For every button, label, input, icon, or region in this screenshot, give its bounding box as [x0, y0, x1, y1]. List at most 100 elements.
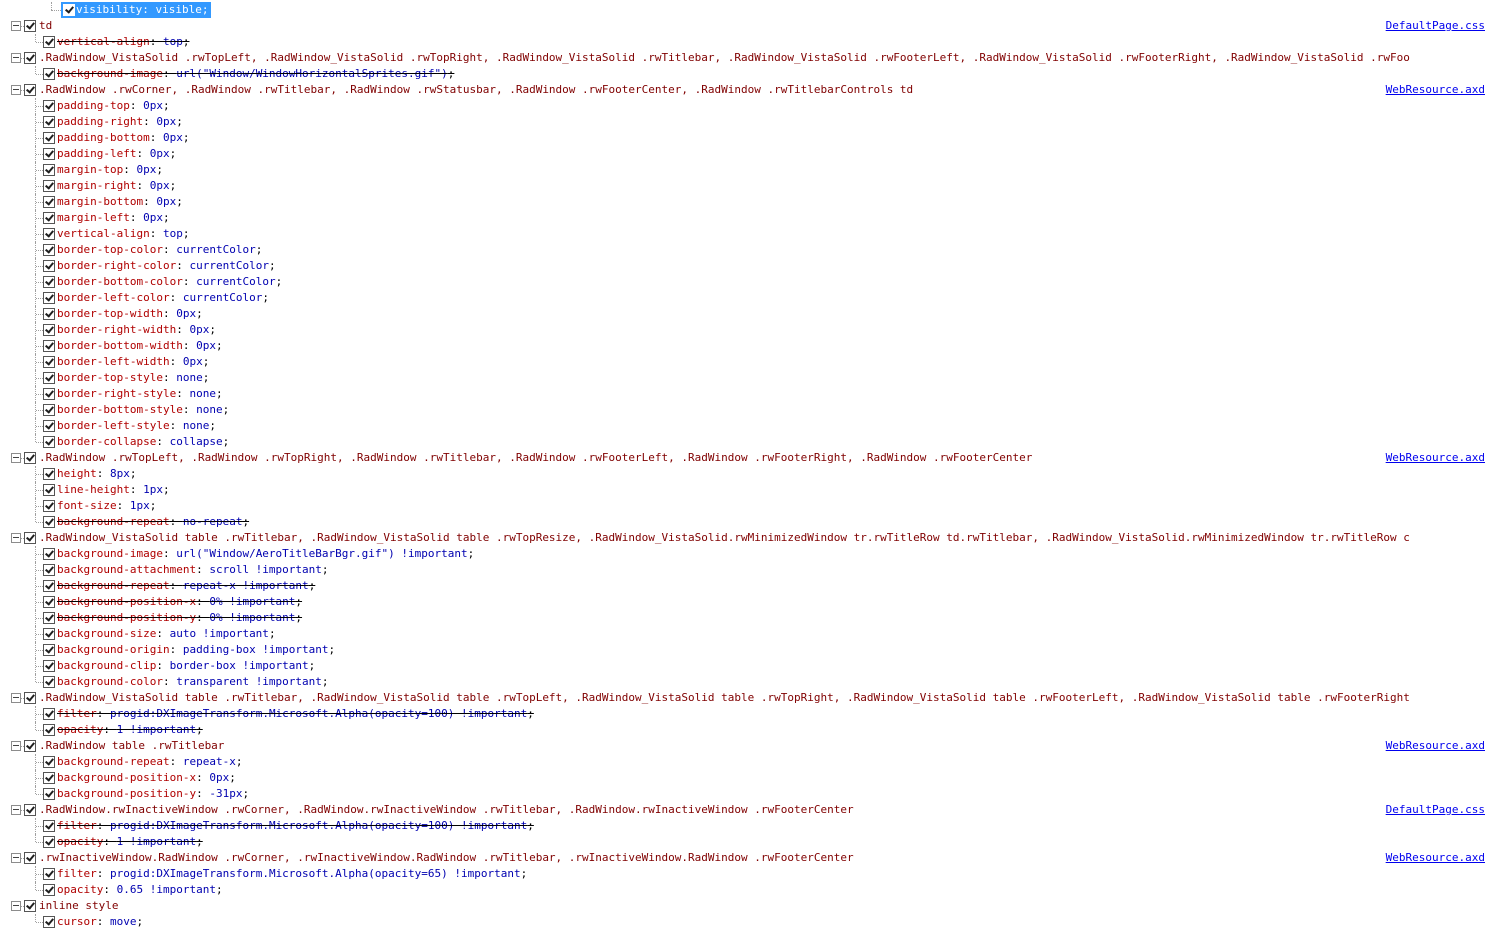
- rule-checkbox[interactable]: [24, 20, 36, 32]
- rule-source-link[interactable]: WebResource.axd: [1379, 450, 1485, 466]
- declaration-row[interactable]: line-height: 1px;: [0, 482, 1485, 498]
- rule-checkbox[interactable]: [24, 900, 36, 912]
- collapse-toggle-icon[interactable]: [11, 85, 21, 95]
- declaration-checkbox[interactable]: [43, 132, 55, 144]
- rule-row[interactable]: .RadWindow .rwCorner, .RadWindow .rwTitl…: [0, 82, 1485, 98]
- declaration-row[interactable]: border-top-style: none;: [0, 370, 1485, 386]
- declaration-checkbox[interactable]: [43, 788, 55, 800]
- declaration-row[interactable]: background-color: transparent !important…: [0, 674, 1485, 690]
- collapse-toggle-icon[interactable]: [11, 805, 21, 815]
- declaration-checkbox[interactable]: [43, 308, 55, 320]
- declaration-row[interactable]: background-repeat: no-repeat;: [0, 514, 1485, 530]
- declaration-row[interactable]: padding-left: 0px;: [0, 146, 1485, 162]
- declaration-checkbox[interactable]: [43, 644, 55, 656]
- declaration-row[interactable]: border-left-color: currentColor;: [0, 290, 1485, 306]
- declaration-checkbox[interactable]: [43, 36, 55, 48]
- rule-row[interactable]: .RadWindow_VistaSolid table .rwTitlebar,…: [0, 690, 1485, 706]
- declaration-checkbox[interactable]: [43, 340, 55, 352]
- declaration-checkbox[interactable]: [63, 4, 75, 16]
- declaration-checkbox[interactable]: [43, 676, 55, 688]
- declaration-row[interactable]: border-left-width: 0px;: [0, 354, 1485, 370]
- declaration-checkbox[interactable]: [43, 884, 55, 896]
- collapse-toggle-icon[interactable]: [11, 533, 21, 543]
- declaration-checkbox[interactable]: [43, 260, 55, 272]
- declaration-checkbox[interactable]: [43, 196, 55, 208]
- selected-declaration-row[interactable]: visibility: visible;: [0, 2, 1485, 18]
- declaration-checkbox[interactable]: [43, 836, 55, 848]
- declaration-checkbox[interactable]: [43, 372, 55, 384]
- declaration-checkbox[interactable]: [43, 164, 55, 176]
- declaration-checkbox[interactable]: [43, 564, 55, 576]
- rule-row[interactable]: .RadWindow .rwTopLeft, .RadWindow .rwTop…: [0, 450, 1485, 466]
- declaration-checkbox[interactable]: [43, 580, 55, 592]
- declaration-checkbox[interactable]: [43, 868, 55, 880]
- rule-source-link[interactable]: WebResource.axd: [1379, 738, 1485, 754]
- declaration-checkbox[interactable]: [43, 596, 55, 608]
- declaration-checkbox[interactable]: [43, 324, 55, 336]
- declaration-row[interactable]: border-bottom-style: none;: [0, 402, 1485, 418]
- declaration-checkbox[interactable]: [43, 228, 55, 240]
- declaration-row[interactable]: opacity: 1 !important;: [0, 834, 1485, 850]
- rule-checkbox[interactable]: [24, 52, 36, 64]
- declaration-row[interactable]: opacity: 1 !important;: [0, 722, 1485, 738]
- declaration-row[interactable]: border-collapse: collapse;: [0, 434, 1485, 450]
- declaration-row[interactable]: border-right-width: 0px;: [0, 322, 1485, 338]
- rule-row[interactable]: td DefaultPage.css: [0, 18, 1485, 34]
- rule-checkbox[interactable]: [24, 84, 36, 96]
- declaration-checkbox[interactable]: [43, 436, 55, 448]
- rule-checkbox[interactable]: [24, 740, 36, 752]
- declaration-row[interactable]: background-attachment: scroll !important…: [0, 562, 1485, 578]
- declaration-row[interactable]: cursor: move;: [0, 914, 1485, 930]
- declaration-row[interactable]: border-top-width: 0px;: [0, 306, 1485, 322]
- declaration-checkbox[interactable]: [43, 708, 55, 720]
- rule-row[interactable]: .RadWindow_VistaSolid table .rwTitlebar,…: [0, 530, 1485, 546]
- rule-row[interactable]: .RadWindow_VistaSolid .rwTopLeft, .RadWi…: [0, 50, 1485, 66]
- declaration-row[interactable]: background-origin: padding-box !importan…: [0, 642, 1485, 658]
- declaration-row[interactable]: margin-right: 0px;: [0, 178, 1485, 194]
- declaration-checkbox[interactable]: [43, 292, 55, 304]
- declaration-checkbox[interactable]: [43, 244, 55, 256]
- declaration-checkbox[interactable]: [43, 756, 55, 768]
- collapse-toggle-icon[interactable]: [11, 53, 21, 63]
- declaration-row[interactable]: filter: progid:DXImageTransform.Microsof…: [0, 706, 1485, 722]
- declaration-checkbox[interactable]: [43, 484, 55, 496]
- collapse-toggle-icon[interactable]: [11, 901, 21, 911]
- declaration-row[interactable]: opacity: 0.65 !important;: [0, 882, 1485, 898]
- declaration-row[interactable]: background-position-y: 0% !important;: [0, 610, 1485, 626]
- declaration-checkbox[interactable]: [43, 148, 55, 160]
- rule-checkbox[interactable]: [24, 452, 36, 464]
- declaration-row[interactable]: margin-bottom: 0px;: [0, 194, 1485, 210]
- declaration-row[interactable]: border-bottom-color: currentColor;: [0, 274, 1485, 290]
- collapse-toggle-icon[interactable]: [11, 853, 21, 863]
- declaration-row[interactable]: border-left-style: none;: [0, 418, 1485, 434]
- declaration-row[interactable]: padding-top: 0px;: [0, 98, 1485, 114]
- declaration-row[interactable]: background-position-y: -31px;: [0, 786, 1485, 802]
- rule-source-link[interactable]: WebResource.axd: [1379, 850, 1485, 866]
- declaration-checkbox[interactable]: [43, 100, 55, 112]
- declaration-checkbox[interactable]: [43, 612, 55, 624]
- declaration-row[interactable]: filter: progid:DXImageTransform.Microsof…: [0, 818, 1485, 834]
- declaration-row[interactable]: border-right-color: currentColor;: [0, 258, 1485, 274]
- rule-row[interactable]: .RadWindow table .rwTitlebar WebResource.…: [0, 738, 1485, 754]
- declaration-row[interactable]: vertical-align: top;: [0, 34, 1485, 50]
- declaration-row[interactable]: border-top-color: currentColor;: [0, 242, 1485, 258]
- declaration-row[interactable]: padding-right: 0px;: [0, 114, 1485, 130]
- declaration-row[interactable]: background-repeat: repeat-x;: [0, 754, 1485, 770]
- declaration-row[interactable]: background-position-x: 0px;: [0, 770, 1485, 786]
- rule-source-link[interactable]: WebResource.axd: [1379, 82, 1485, 98]
- declaration-checkbox[interactable]: [43, 916, 55, 928]
- declaration-checkbox[interactable]: [43, 516, 55, 528]
- rule-source-link[interactable]: DefaultPage.css: [1379, 18, 1485, 34]
- declaration-row[interactable]: border-right-style: none;: [0, 386, 1485, 402]
- declaration-row[interactable]: filter: progid:DXImageTransform.Microsof…: [0, 866, 1485, 882]
- declaration-checkbox[interactable]: [43, 212, 55, 224]
- rule-checkbox[interactable]: [24, 532, 36, 544]
- declaration-checkbox[interactable]: [43, 820, 55, 832]
- declaration-checkbox[interactable]: [43, 68, 55, 80]
- declaration-row[interactable]: margin-left: 0px;: [0, 210, 1485, 226]
- rule-checkbox[interactable]: [24, 692, 36, 704]
- declaration-checkbox[interactable]: [43, 548, 55, 560]
- collapse-toggle-icon[interactable]: [11, 453, 21, 463]
- rule-source-link[interactable]: DefaultPage.css: [1379, 802, 1485, 818]
- collapse-toggle-icon[interactable]: [11, 21, 21, 31]
